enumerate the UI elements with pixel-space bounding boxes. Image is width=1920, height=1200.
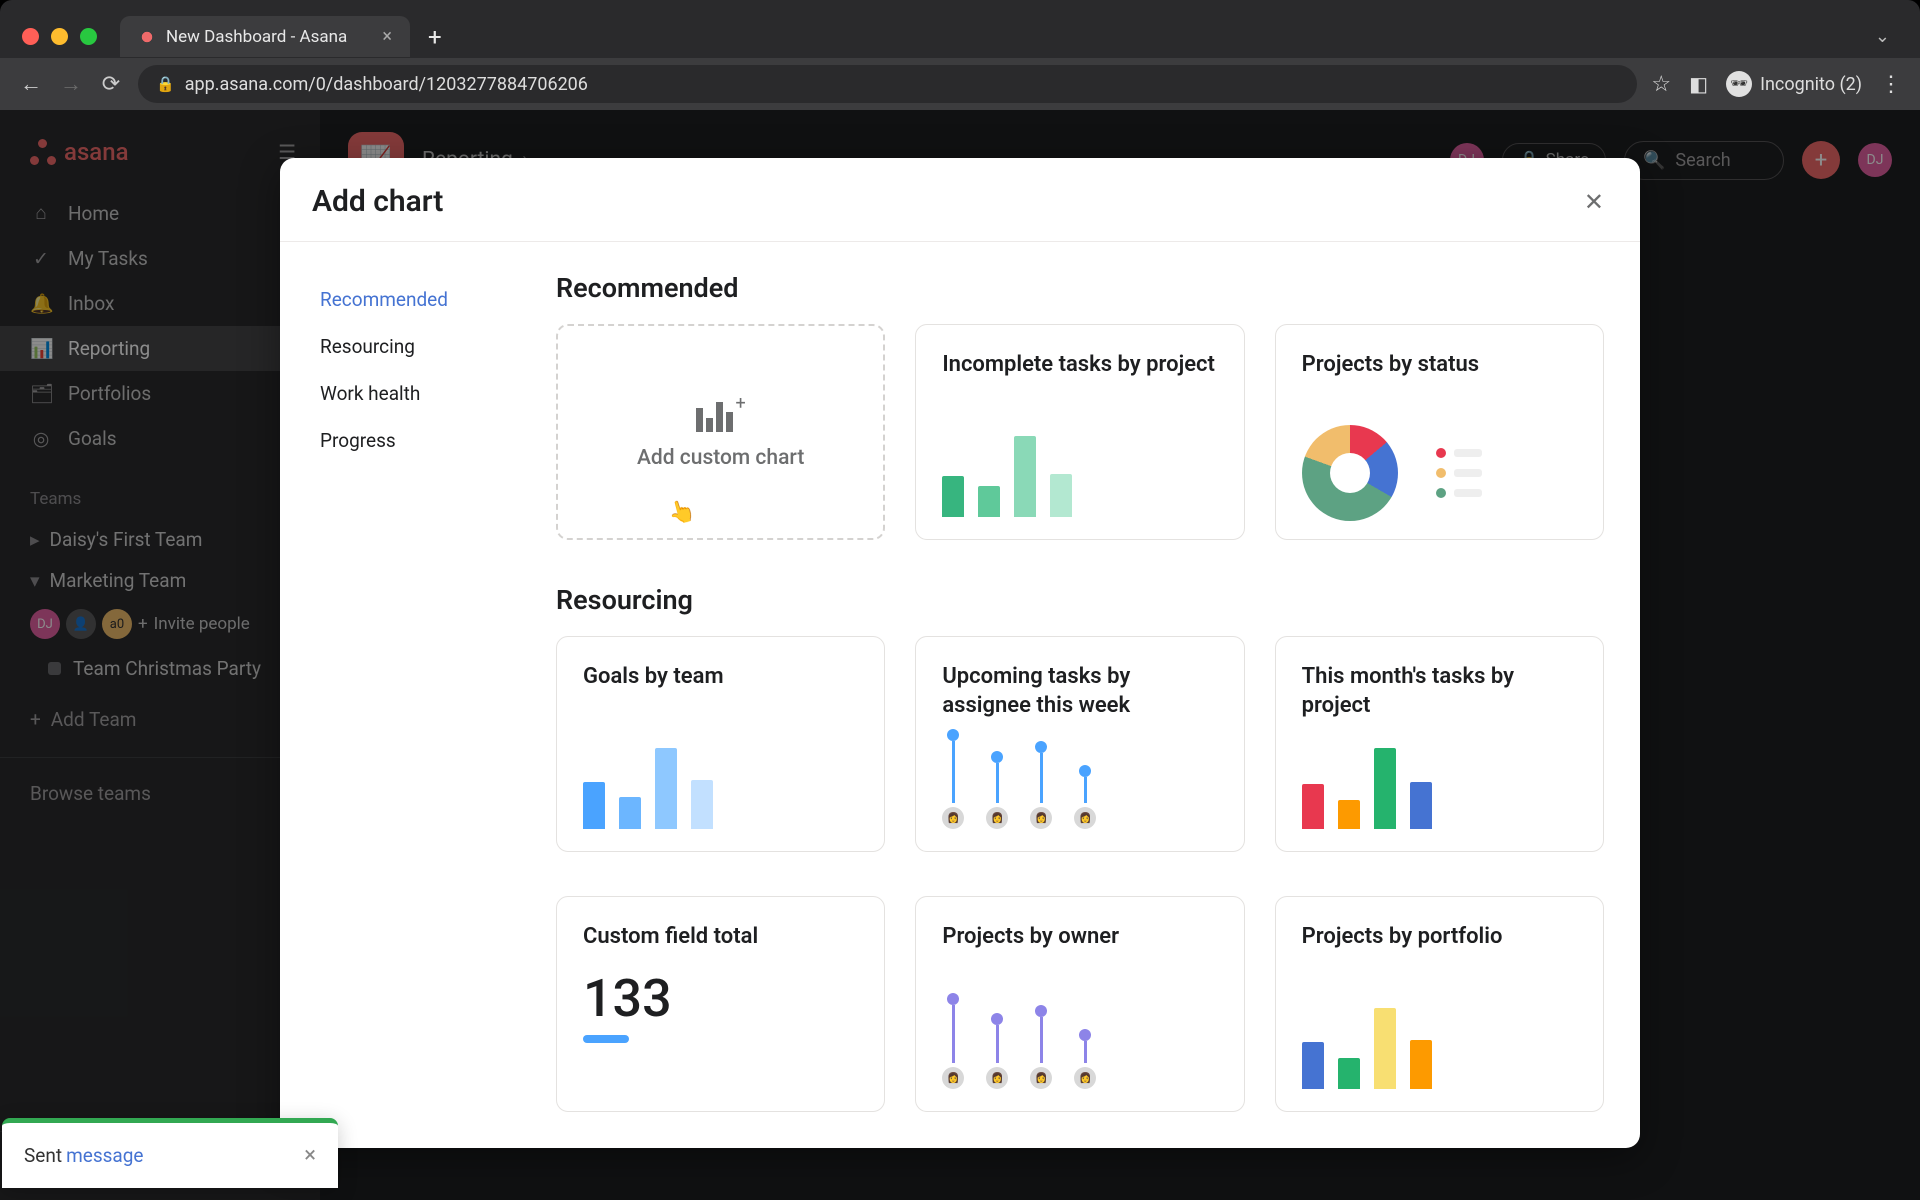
- incognito-icon: 🕶: [1726, 71, 1752, 97]
- tab-favicon: [138, 28, 156, 46]
- lollipop-chart-preview: 👩 👩 👩 👩: [942, 729, 1217, 829]
- modal-nav-resourcing[interactable]: Resourcing: [312, 323, 520, 370]
- close-icon[interactable]: ×: [304, 1143, 316, 1168]
- toast-text: Sent: [24, 1144, 62, 1167]
- cards-grid-resourcing-1: Goals by team Upcoming tasks by assignee…: [556, 636, 1604, 852]
- section-title: Recommended: [556, 272, 1604, 304]
- custom-chart-label: Add custom chart: [637, 446, 804, 470]
- toast-link[interactable]: message: [66, 1144, 143, 1167]
- panel-icon[interactable]: ◧: [1689, 72, 1708, 96]
- chart-card-projects-by-owner[interactable]: Projects by owner 👩 👩 👩 👩: [915, 896, 1244, 1112]
- card-title: Custom field total: [583, 923, 858, 952]
- card-title: Projects by portfolio: [1302, 923, 1577, 952]
- chart-card-months-tasks[interactable]: This month's tasks by project: [1275, 636, 1604, 852]
- modal-nav-recommended[interactable]: Recommended: [312, 276, 520, 323]
- modal-title: Add chart: [312, 184, 443, 219]
- underline-pill: [583, 1035, 629, 1043]
- modal-nav-work-health[interactable]: Work health: [312, 370, 520, 417]
- cards-grid-resourcing-2: Custom field total 133 Projects by owner…: [556, 896, 1604, 1112]
- address-bar: ← → ⟳ 🔒 app.asana.com/0/dashboard/120327…: [0, 58, 1920, 110]
- browser-tabs: New Dashboard - Asana × +: [120, 16, 442, 57]
- card-title: This month's tasks by project: [1302, 663, 1577, 720]
- forward-button[interactable]: →: [58, 71, 84, 97]
- add-chart-modal: Add chart ✕ Recommended Resourcing Work …: [280, 158, 1640, 1148]
- kebab-menu-icon[interactable]: ⋮: [1880, 72, 1902, 97]
- chart-card-goals-by-team[interactable]: Goals by team: [556, 636, 885, 852]
- chart-card-projects-by-portfolio[interactable]: Projects by portfolio: [1275, 896, 1604, 1112]
- chart-card-projects-by-status[interactable]: Projects by status: [1275, 324, 1604, 540]
- url-text: app.asana.com/0/dashboard/12032778847062…: [185, 74, 588, 95]
- close-icon[interactable]: ✕: [1584, 188, 1604, 216]
- browser-tab[interactable]: New Dashboard - Asana ×: [120, 16, 410, 57]
- lock-icon: 🔒: [156, 75, 175, 93]
- card-title: Goals by team: [583, 663, 858, 692]
- add-custom-chart-card[interactable]: + Add custom chart: [556, 324, 885, 540]
- back-button[interactable]: ←: [18, 71, 44, 97]
- tab-title: New Dashboard - Asana: [166, 27, 347, 47]
- donut-chart-preview: [1302, 425, 1482, 521]
- incognito-indicator[interactable]: 🕶 Incognito (2): [1726, 71, 1862, 97]
- window-maximize-button[interactable]: [80, 28, 97, 45]
- big-number: 133: [583, 968, 858, 1029]
- modal-content: Recommended + Add custom chart Incomplet…: [540, 242, 1640, 1148]
- bar-chart-plus-icon: +: [696, 398, 746, 432]
- modal-nav-progress[interactable]: Progress: [312, 417, 520, 464]
- chrome-actions: ☆ ◧ 🕶 Incognito (2) ⋮: [1651, 71, 1902, 97]
- toast: Sent message ×: [2, 1118, 338, 1188]
- browser-chrome: New Dashboard - Asana × + ⌄ ← → ⟳ 🔒 app.…: [0, 0, 1920, 110]
- bar-chart-preview: [942, 427, 1217, 517]
- tabs-overflow-icon[interactable]: ⌄: [1875, 26, 1890, 47]
- section-title: Resourcing: [556, 584, 1604, 616]
- modal-nav: Recommended Resourcing Work health Progr…: [280, 242, 540, 1148]
- url-field[interactable]: 🔒 app.asana.com/0/dashboard/120327788470…: [138, 65, 1637, 103]
- modal-header: Add chart ✕: [280, 158, 1640, 242]
- chart-card-custom-field-total[interactable]: Custom field total 133: [556, 896, 885, 1112]
- window-controls: [22, 28, 97, 45]
- tab-close-icon[interactable]: ×: [382, 26, 392, 47]
- chart-card-incomplete-tasks[interactable]: Incomplete tasks by project: [915, 324, 1244, 540]
- window-minimize-button[interactable]: [51, 28, 68, 45]
- bar-chart-preview: [1302, 999, 1577, 1089]
- chart-card-upcoming-tasks[interactable]: Upcoming tasks by assignee this week 👩 👩…: [915, 636, 1244, 852]
- card-title: Incomplete tasks by project: [942, 351, 1217, 380]
- bar-chart-preview: [583, 739, 858, 829]
- new-tab-button[interactable]: +: [428, 23, 442, 51]
- star-icon[interactable]: ☆: [1651, 72, 1671, 97]
- window-close-button[interactable]: [22, 28, 39, 45]
- bar-chart-preview: [1302, 739, 1577, 829]
- card-title: Upcoming tasks by assignee this week: [942, 663, 1217, 720]
- incognito-label: Incognito (2): [1760, 74, 1862, 95]
- lollipop-chart-preview: 👩 👩 👩 👩: [942, 989, 1217, 1089]
- card-title: Projects by owner: [942, 923, 1217, 952]
- card-title: Projects by status: [1302, 351, 1577, 380]
- reload-button[interactable]: ⟳: [98, 72, 124, 97]
- cards-grid-recommended: + Add custom chart Incomplete tasks by p…: [556, 324, 1604, 540]
